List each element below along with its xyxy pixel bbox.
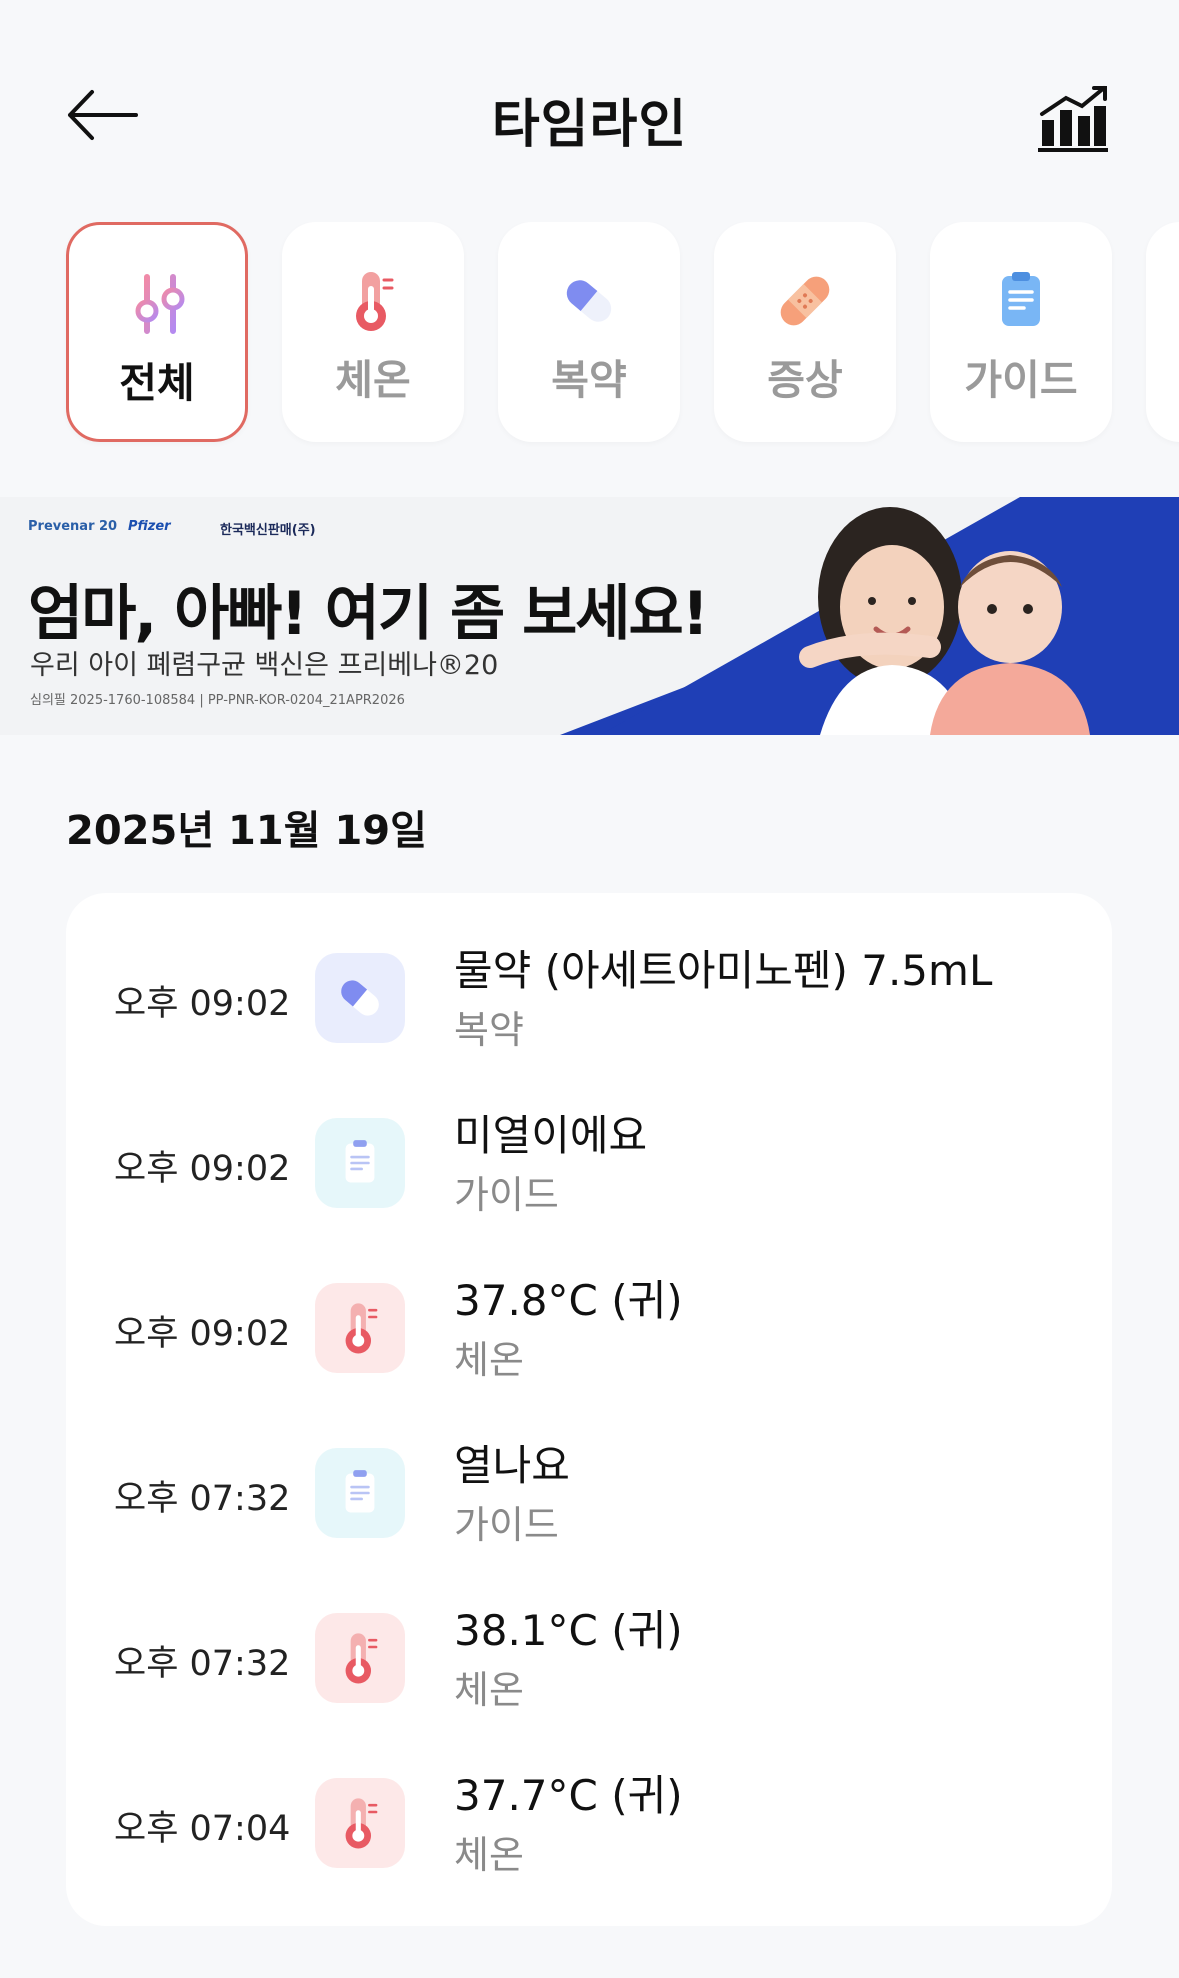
- category-label: 복약: [551, 356, 627, 404]
- bar-chart-trend-icon: [1038, 86, 1108, 152]
- entry-icon-box: [315, 1283, 405, 1373]
- statistics-button[interactable]: [1030, 80, 1110, 160]
- category-chip-symptom[interactable]: 증상: [714, 222, 896, 442]
- entry-title: 37.8°C (귀): [454, 1276, 683, 1325]
- entry-icon-box: [315, 1778, 405, 1868]
- pill-icon: [341, 980, 379, 1016]
- filter-sliders-icon: [135, 274, 185, 334]
- timeline-entry[interactable]: 오후 09:02 물약 (아세트아미노펜) 7.5mL 복약: [66, 893, 1112, 1053]
- entry-icon-box: [315, 1118, 405, 1208]
- entry-type: 체온: [454, 1833, 524, 1877]
- entry-icon-box: [315, 1448, 405, 1538]
- entry-icon-box: [315, 1613, 405, 1703]
- category-filter-bar: 전체 체온 복약 증상 가이드: [0, 222, 1179, 447]
- banner-headline: 엄마, 아빠! 여기 좀 보세요!: [28, 579, 709, 649]
- pill-icon: [566, 280, 612, 322]
- category-chip-temperature[interactable]: 체온: [282, 222, 464, 442]
- timeline-entry[interactable]: 오후 09:02 37.8°C (귀) 체온: [66, 1223, 1112, 1383]
- entry-type: 가이드: [454, 1173, 559, 1217]
- header: 타임라인: [0, 0, 1179, 200]
- thermometer-icon: [345, 1798, 378, 1849]
- korea-vaccine-logo: 한국백신판매(주): [220, 523, 316, 538]
- category-chip-guide[interactable]: 가이드: [930, 222, 1112, 442]
- bandage-icon: [780, 276, 830, 326]
- category-label: 체온: [335, 356, 411, 404]
- entry-type: 복약: [454, 1008, 524, 1052]
- page-title: 타임라인: [491, 95, 688, 155]
- category-chip-medication[interactable]: 복약: [498, 222, 680, 442]
- entry-title: 물약 (아세트아미노펜) 7.5mL: [454, 946, 993, 995]
- entry-time: 오후 09:02: [114, 984, 291, 1024]
- banner-subtitle: 우리 아이 폐렴구균 백신은 프리베나®20: [30, 650, 499, 681]
- entry-time: 오후 09:02: [114, 1149, 291, 1189]
- pfizer-logo: Pfizer: [128, 519, 171, 534]
- entry-time: 오후 07:32: [114, 1479, 291, 1519]
- clipboard-icon: [345, 1470, 375, 1513]
- clipboard-icon: [1002, 272, 1040, 326]
- timeline-card: 오후 09:02 물약 (아세트아미노펜) 7.5mL 복약 오후 09:02 …: [66, 893, 1112, 1926]
- entry-time: 오후 09:02: [114, 1314, 291, 1354]
- entry-type: 체온: [454, 1668, 524, 1712]
- category-label: 가이드: [964, 356, 1078, 404]
- timeline-entry[interactable]: 오후 07:04 37.7°C (귀) 체온: [66, 1718, 1112, 1878]
- mother-and-baby-photo: [799, 507, 1090, 735]
- entry-type: 가이드: [454, 1503, 559, 1547]
- vaccine-ad-banner[interactable]: Prevenar 20 Pfizer 한국백신판매(주) 엄마, 아빠! 여기 …: [0, 497, 1179, 735]
- category-label: 전체: [119, 359, 195, 407]
- entry-title: 미열이에요: [454, 1111, 648, 1160]
- prevenar-logo: Prevenar 20: [28, 519, 118, 534]
- thermometer-icon: [345, 1633, 378, 1684]
- timeline-entry[interactable]: 오후 07:32 열나요 가이드: [66, 1388, 1112, 1548]
- banner-approval-code: 심의필 2025-1760-108584 | PP-PNR-KOR-0204_2…: [30, 693, 405, 708]
- entry-icon-box: [315, 953, 405, 1043]
- entry-type: 체온: [454, 1338, 524, 1382]
- entry-time: 오후 07:04: [114, 1809, 291, 1849]
- entry-title: 38.1°C (귀): [454, 1606, 683, 1655]
- thermometer-icon: [345, 1303, 378, 1354]
- category-chip-all[interactable]: 전체: [66, 222, 248, 442]
- category-label: 증상: [767, 356, 843, 404]
- category-chip-more[interactable]: [1146, 222, 1179, 442]
- clipboard-icon: [345, 1140, 375, 1183]
- entry-time: 오후 07:32: [114, 1644, 291, 1684]
- entry-title: 열나요: [454, 1441, 570, 1490]
- timeline-entry[interactable]: 오후 09:02 미열이에요 가이드: [66, 1058, 1112, 1218]
- timeline-date: 2025년 11월 19일: [66, 808, 427, 854]
- entry-title: 37.7°C (귀): [454, 1771, 683, 1820]
- thermometer-icon: [356, 272, 394, 331]
- timeline-entry[interactable]: 오후 07:32 38.1°C (귀) 체온: [66, 1553, 1112, 1713]
